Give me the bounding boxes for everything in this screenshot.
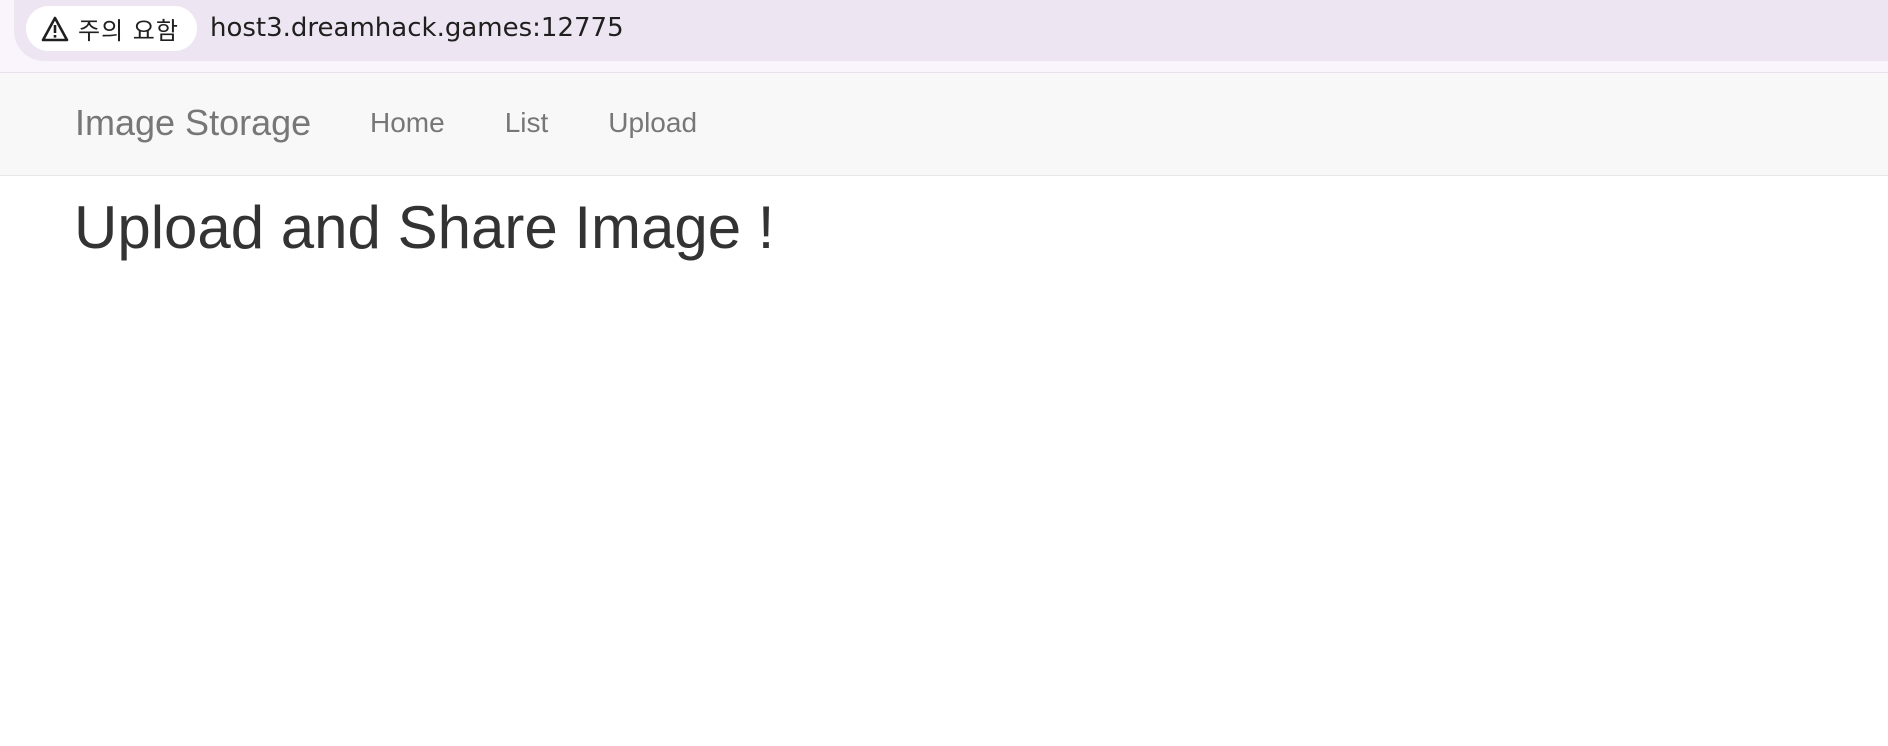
- browser-toolbar: 주의 요함 host3.dreamhack.games:12775: [0, 0, 1888, 73]
- security-chip-label: 주의 요함: [78, 17, 179, 45]
- address-bar[interactable]: 주의 요함 host3.dreamhack.games:12775: [14, 0, 1888, 61]
- url-text[interactable]: host3.dreamhack.games:12775: [210, 11, 624, 45]
- nav-link-list[interactable]: List: [505, 107, 549, 139]
- nav-link-home[interactable]: Home: [370, 107, 445, 139]
- site-navbar: Image Storage Home List Upload: [0, 73, 1888, 176]
- nav-link-upload[interactable]: Upload: [608, 107, 697, 139]
- warning-icon: [40, 14, 70, 44]
- page-heading: Upload and Share Image !: [74, 194, 775, 261]
- security-status-chip[interactable]: 주의 요함: [26, 6, 197, 51]
- nav-links: Home List Upload: [370, 107, 757, 139]
- brand-link[interactable]: Image Storage: [75, 103, 311, 143]
